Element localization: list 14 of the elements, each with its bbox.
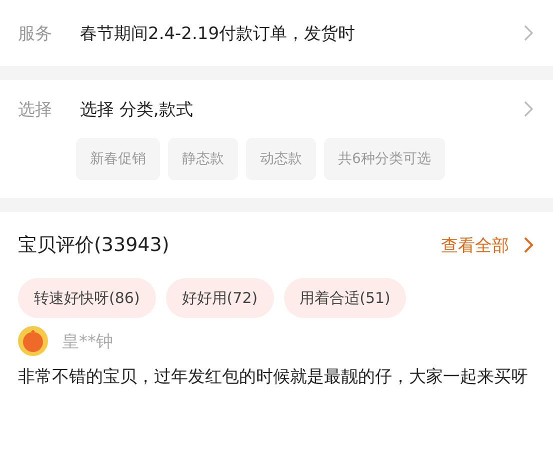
avatar-icon xyxy=(18,326,48,356)
review-tag[interactable]: 好好用(72) xyxy=(166,278,274,318)
row-label: 服务 xyxy=(18,22,53,44)
review-tag[interactable]: 转速好快呀(86) xyxy=(18,278,156,318)
select-text[interactable]: 选择 分类,款式 xyxy=(80,98,523,120)
service-text[interactable]: 春节期间2.4-2.19付款订单，发货时 xyxy=(80,22,523,44)
reviews-title: 宝贝评价(33943) xyxy=(18,233,170,258)
user-name: 皇**钟 xyxy=(62,330,113,352)
review-text: 非常不错的宝贝，过年发红包的时候就是最靓的仔，大家一起来买呀 xyxy=(18,366,529,389)
row-label: 选择 xyxy=(18,98,53,120)
chevron-right-icon[interactable] xyxy=(523,25,533,41)
review-tag[interactable]: 用着合适(51) xyxy=(284,278,406,318)
chevron-right-icon[interactable] xyxy=(523,237,533,253)
chevron-right-icon[interactable] xyxy=(523,101,533,117)
